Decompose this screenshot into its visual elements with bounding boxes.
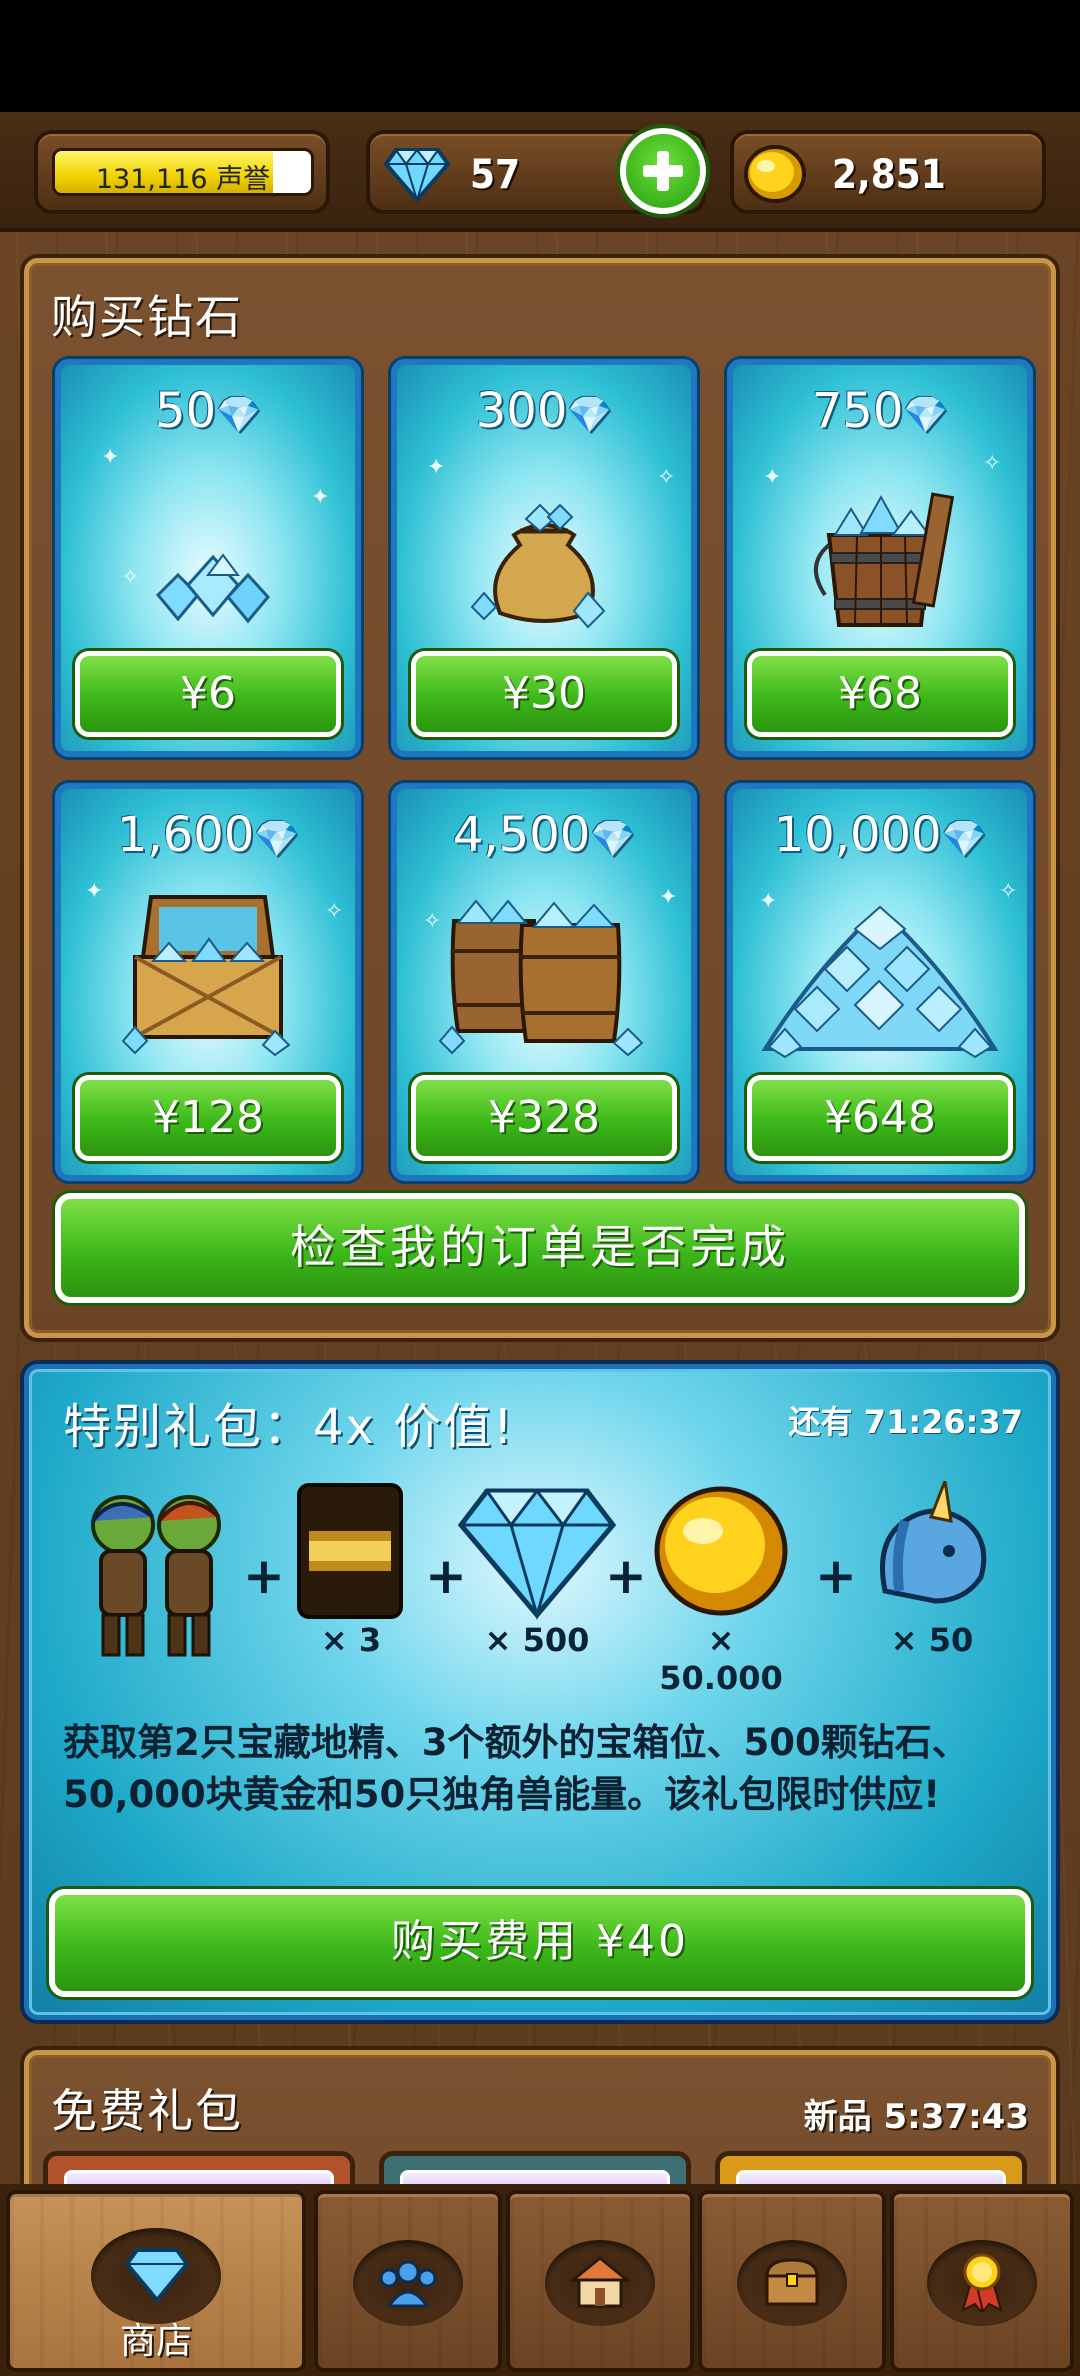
gem-pack-price-button[interactable]: ¥68 [747, 651, 1013, 737]
bundle-qty: × 500 [484, 1621, 590, 1659]
tab-treasure[interactable] [698, 2190, 886, 2372]
reputation-pill: 131,116 声誉 [34, 130, 330, 214]
gem-pack-card[interactable]: 10,000💎 ✦ ✧ ¥648 [727, 783, 1033, 1181]
tab-shop-label: 商店 [119, 2321, 192, 2362]
special-bundle-timer: 还有 71:26:37 [788, 1403, 1023, 1441]
special-bundle-panel: 特别礼包：4x 价值! 还有 71:26:37 + × 3 + × 500 + … [24, 1364, 1056, 2020]
chest-slot-card-icon [297, 1483, 403, 1619]
diamond-icon [457, 1488, 617, 1621]
free-bundle-title: 免费礼包 [51, 2084, 243, 2138]
gem-pack-price-button[interactable]: ¥328 [411, 1075, 677, 1161]
gem-pack-price-button[interactable]: ¥6 [75, 651, 341, 737]
buy-gems-title: 购买钻石 [51, 290, 243, 344]
gem-pack-amount: 300💎 [475, 383, 613, 439]
buy-special-bundle-button[interactable]: 购买费用 ¥40 [49, 1889, 1031, 1997]
bundle-qty: × 50.000 [659, 1621, 783, 1697]
gem-barrels-icon [438, 899, 644, 1057]
tab-friends[interactable] [314, 2190, 502, 2372]
gem-pack-amount: 4,500💎 [452, 807, 636, 863]
check-orders-button[interactable]: 检查我的订单是否完成 [55, 1193, 1025, 1303]
bottom-nav: 商店 [0, 2184, 1080, 2376]
treasure-chest-icon [765, 2258, 819, 2306]
diamond-icon [384, 148, 450, 202]
free-bundle-timer: 新品 5:37:43 [803, 2097, 1029, 2137]
add-gems-button[interactable] [620, 128, 706, 214]
nav-icon-slot [353, 2240, 463, 2326]
special-bundle-title: 特别礼包：4x 价值! [63, 1399, 515, 1455]
tab-achievements[interactable] [890, 2190, 1074, 2372]
gem-pack-card[interactable]: 750💎 ✦ ✧ ¥68 [727, 359, 1033, 757]
special-bundle-description: 获取第2只宝藏地精、3个额外的宝箱位、500颗钻石、50,000块黄金和50只独… [63, 1721, 969, 1816]
gem-pack-amount: 750💎 [811, 383, 949, 439]
gem-pack-amount: 10,000💎 [773, 807, 987, 863]
nav-icon-slot [545, 2240, 655, 2326]
friends-icon [379, 2260, 437, 2308]
reputation-bar: 131,116 声誉 [52, 148, 314, 196]
gem-pack-card[interactable]: 4,500💎 ✧ ✦ ¥328 [391, 783, 697, 1181]
plus-sign: + [815, 1547, 857, 1605]
status-bar [0, 0, 1080, 112]
top-hud: 131,116 声誉 57 2,851 [0, 112, 1080, 232]
shop-diamond-icon [125, 2248, 189, 2304]
gem-bucket-icon [814, 492, 955, 627]
gem-pack-amount: 1,600💎 [116, 807, 300, 863]
reputation-text: 131,116 声誉 [95, 164, 271, 195]
gem-pack-card[interactable]: 1,600💎 ✦ ✧ ¥128 [55, 783, 361, 1181]
gem-chest-icon [121, 895, 291, 1057]
plus-sign: + [605, 1547, 647, 1605]
tab-village[interactable] [506, 2190, 694, 2372]
small-gem-pile-icon [155, 553, 270, 624]
gem-pack-price-button[interactable]: ¥648 [747, 1075, 1013, 1161]
gem-pack-card[interactable]: 50💎 ✦ ✦ ✧ ¥6 [55, 359, 361, 757]
bundle-qty: × 50 [890, 1621, 974, 1659]
nav-icon-slot [737, 2240, 847, 2326]
gem-mountain-icon [761, 905, 999, 1059]
village-icon [569, 2256, 631, 2308]
gold-count: 2,851 [832, 152, 946, 198]
gem-pack-price-button[interactable]: ¥128 [75, 1075, 341, 1161]
gem-pack-price-button[interactable]: ¥30 [411, 651, 677, 737]
gold-coin-icon [744, 145, 806, 203]
plus-sign: + [243, 1547, 285, 1605]
gem-pack-amount: 50💎 [155, 383, 261, 439]
gold-counter: 2,851 [730, 130, 1046, 214]
nav-icon-slot [927, 2240, 1037, 2326]
tab-shop[interactable]: 商店 [6, 2190, 306, 2372]
nav-icon-slot [91, 2228, 221, 2324]
gem-pack-card[interactable]: 300💎 ✦ ✧ ¥30 [391, 359, 697, 757]
achievement-medal-icon [961, 2253, 1003, 2312]
gem-sack-icon [470, 503, 606, 629]
gem-count: 57 [470, 152, 521, 198]
goblins-icon [91, 1495, 221, 1657]
gold-coin-icon [654, 1486, 788, 1616]
buy-gems-panel: 购买钻石 50💎 ✦✦✧ ¥6 300💎 ✦✧ ¥30 750💎 ✦✧ [24, 258, 1056, 1338]
bundle-qty: × 3 [320, 1621, 382, 1659]
unicorn-icon [880, 1481, 987, 1604]
